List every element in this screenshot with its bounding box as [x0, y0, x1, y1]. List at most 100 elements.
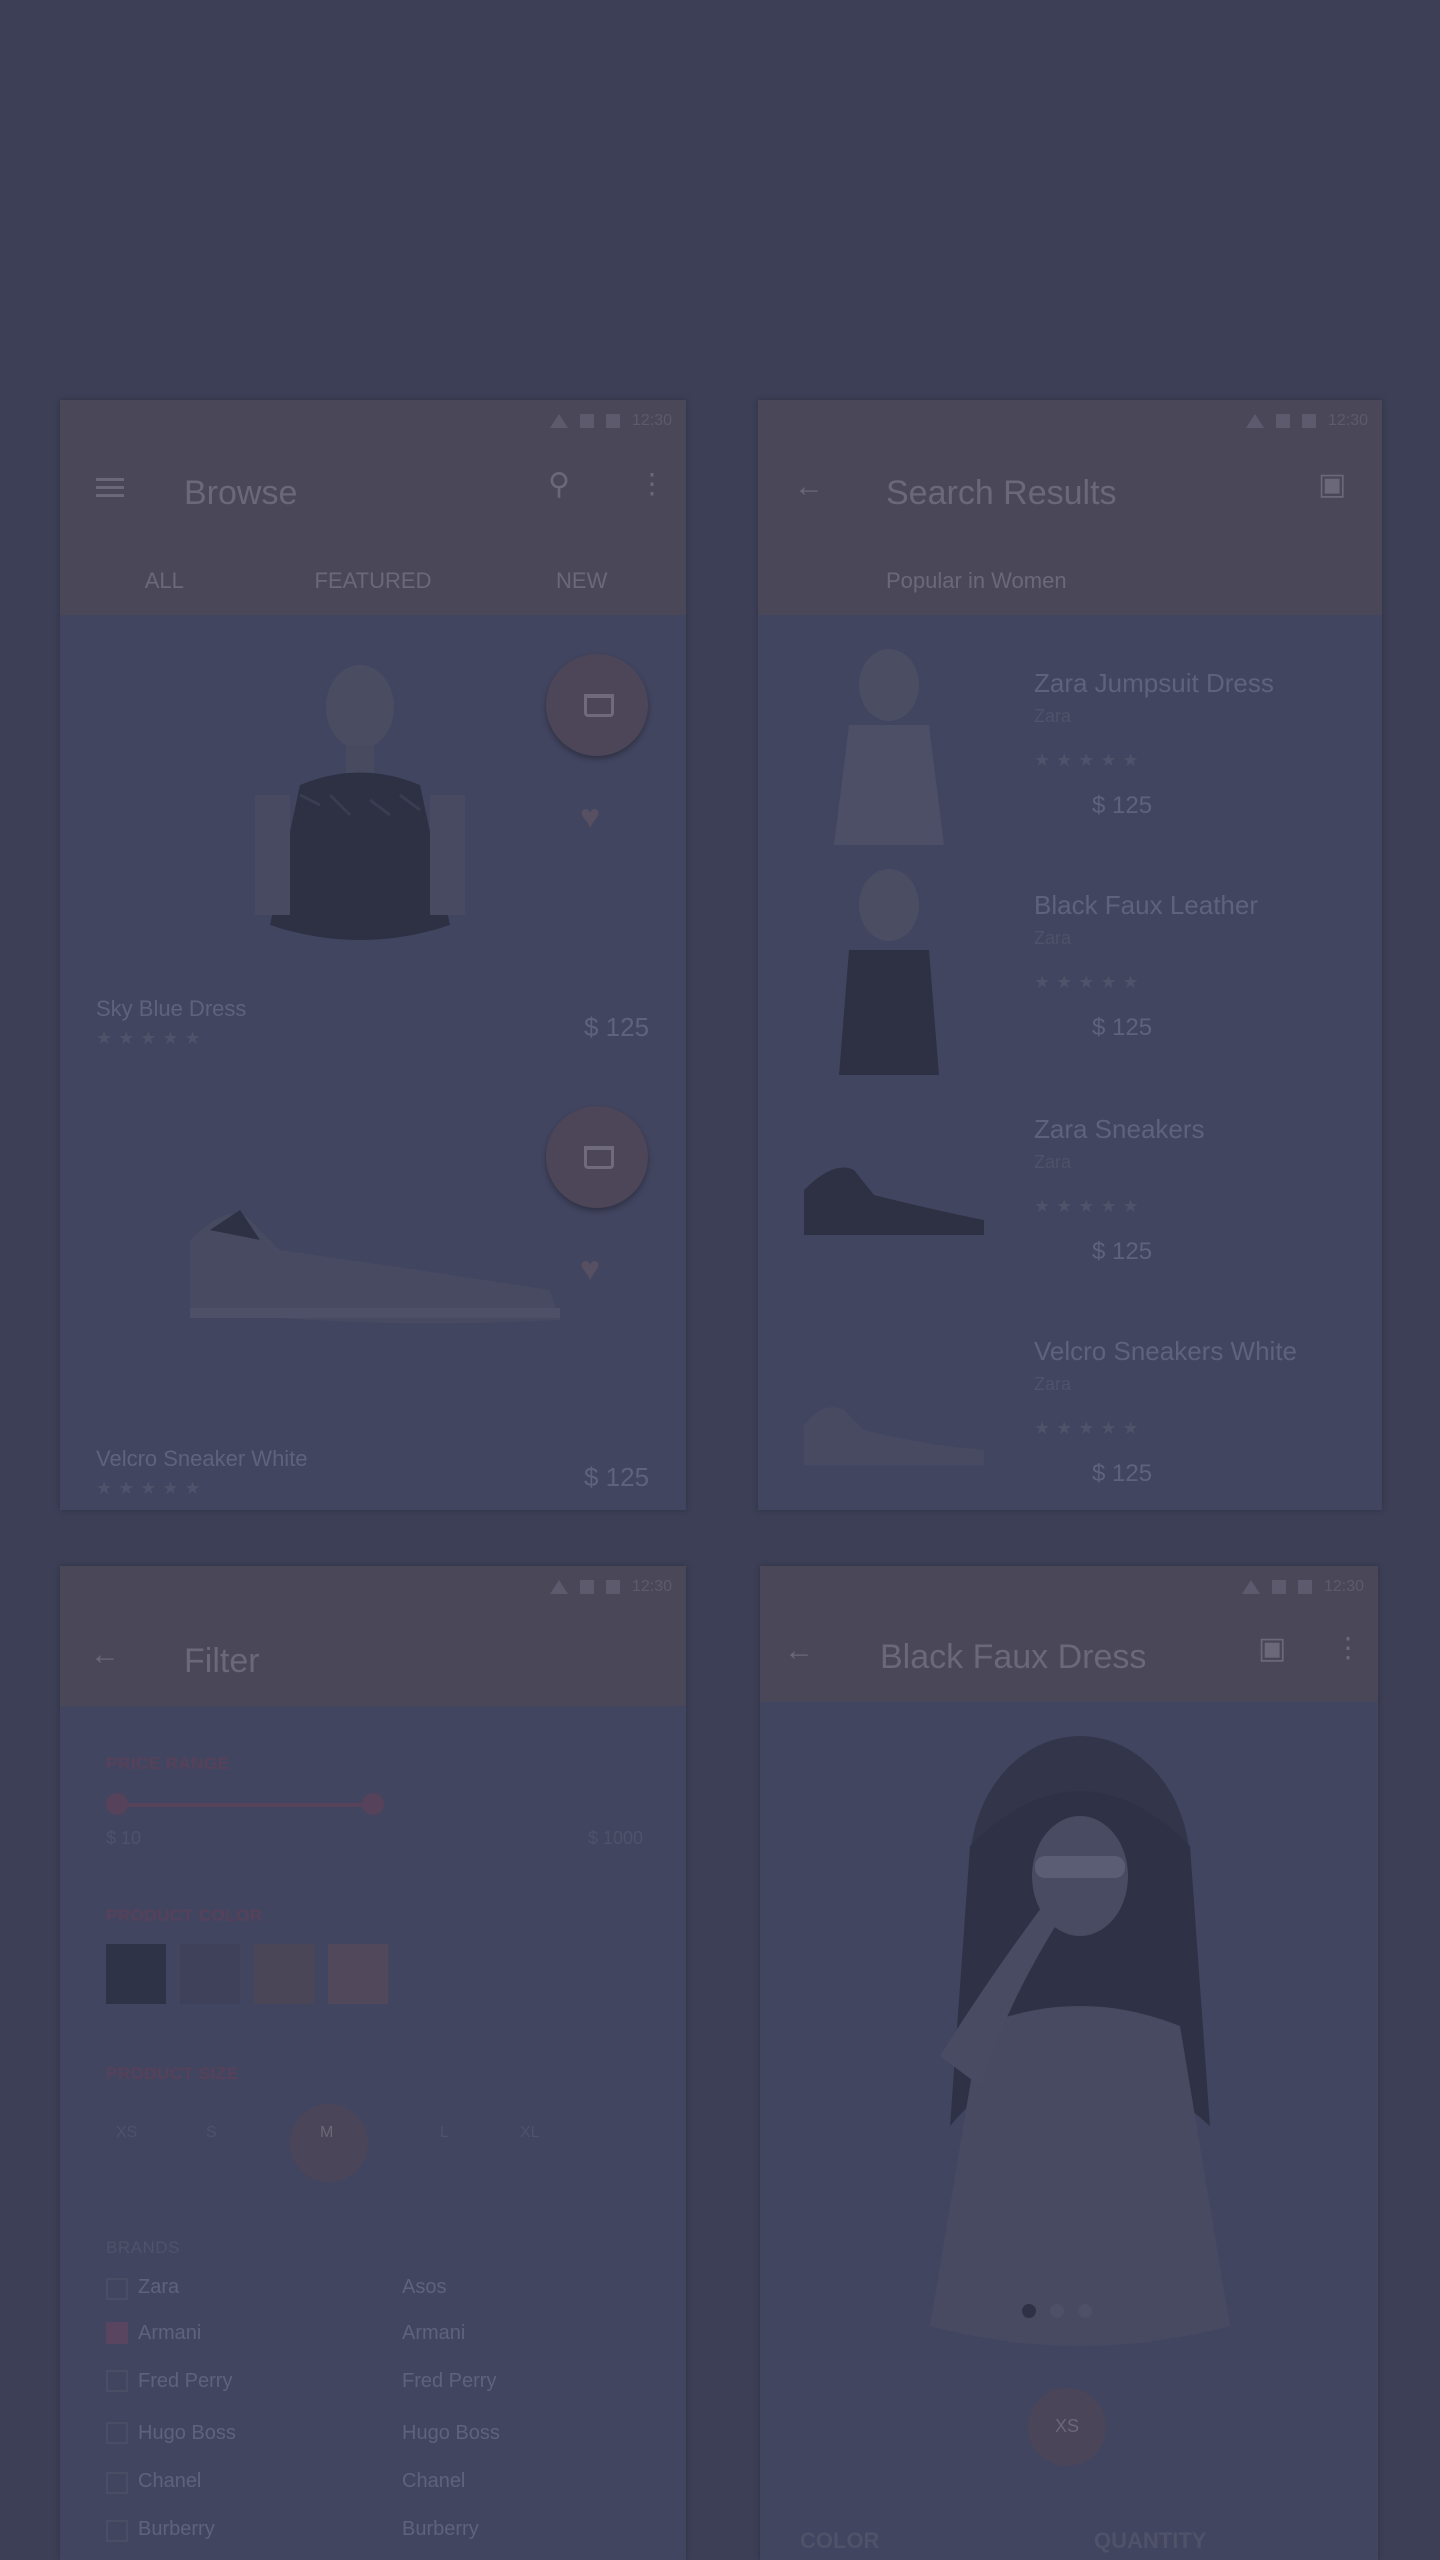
- browse-tabs: ALL FEATURED NEW: [60, 568, 686, 594]
- size-option-xl[interactable]: XL: [520, 2124, 540, 2142]
- carousel-dot[interactable]: [1078, 2304, 1092, 2318]
- tab-new[interactable]: NEW: [477, 568, 686, 594]
- brand-option: Hugo Boss: [138, 2422, 236, 2444]
- product-image-dress[interactable]: [240, 655, 480, 985]
- list-item-image[interactable]: [794, 645, 984, 845]
- list-item-image[interactable]: [794, 865, 984, 1075]
- filter-screen: 12:30 ← Filter PRICE RANGE $ 10 $ 1000 P…: [60, 1566, 686, 2560]
- product-name: Velcro Sneaker White: [96, 1446, 308, 1471]
- brand-option[interactable]: Fred Perry: [402, 2370, 496, 2393]
- list-item-name: Black Faux Leather: [1034, 890, 1259, 920]
- brand-option[interactable]: Burberry: [402, 2518, 479, 2541]
- size-option-xs[interactable]: XS: [116, 2124, 137, 2142]
- rating-stars: ★★★★★: [96, 1028, 207, 1048]
- brand-option: Armani: [138, 2322, 202, 2344]
- list-item-name: Zara Sneakers: [1034, 1114, 1205, 1144]
- wifi-icon: [1241, 1580, 1260, 1594]
- brand-option[interactable]: Hugo Boss: [402, 2422, 500, 2445]
- back-arrow-icon[interactable]: ←: [90, 1640, 120, 1670]
- size-badge-label: XS: [1055, 2416, 1080, 2436]
- brand-checkbox[interactable]: [106, 2422, 128, 2444]
- size-option-l[interactable]: L: [440, 2124, 449, 2142]
- carousel-dot-active[interactable]: [1022, 2304, 1036, 2318]
- search-icon[interactable]: ⚲: [548, 470, 570, 500]
- tab-all[interactable]: ALL: [60, 568, 269, 594]
- brand-checkbox[interactable]: [106, 2472, 128, 2494]
- color-swatch-navy[interactable]: [106, 1944, 166, 2004]
- brand-option: Fred Perry: [138, 2370, 233, 2392]
- subtitle: Popular in Women: [886, 568, 1067, 593]
- list-item-image[interactable]: [794, 1150, 994, 1240]
- brands-label: BRANDS: [106, 2238, 180, 2257]
- add-to-cart-button[interactable]: [546, 1106, 648, 1208]
- list-item-name: Velcro Sneakers White: [1034, 1336, 1298, 1366]
- favorite-icon[interactable]: ♥: [580, 1250, 600, 1289]
- status-time: 12:30: [631, 1578, 672, 1595]
- favorite-icon[interactable]: ♥: [580, 798, 600, 837]
- carousel-dots: [1022, 2304, 1092, 2318]
- status-bar: 12:30: [1241, 1578, 1364, 1596]
- product-price: $ 125: [584, 1462, 650, 1492]
- color-swatch-rose[interactable]: [328, 1944, 388, 2004]
- quantity-section-label: QUANTITY: [1094, 2528, 1207, 2553]
- brand-checkbox[interactable]: [106, 2322, 128, 2344]
- signal-icon: [1271, 1580, 1286, 1594]
- list-item-image[interactable]: [794, 1390, 994, 1470]
- browse-appbar: 12:30 Browse ⚲ ⋮ ALL FEATURED NEW: [60, 400, 686, 615]
- status-time: 12:30: [631, 412, 672, 429]
- signal-icon: [1275, 414, 1290, 428]
- product-color-label: PRODUCT COLOR: [106, 1906, 263, 1925]
- product-hero-image: [930, 1736, 1230, 2346]
- battery-icon: [1301, 414, 1316, 428]
- page-title: Search Results: [886, 474, 1117, 512]
- battery-icon: [605, 1580, 620, 1594]
- status-time: 12:30: [1327, 412, 1368, 429]
- product-detail-screen: 12:30 ← Black Faux Dress ▣ ⋮ XS COLOR QU…: [760, 1566, 1378, 2560]
- price-range-label: PRICE RANGE: [106, 1754, 230, 1773]
- list-item-brand: Zara: [1034, 1374, 1072, 1394]
- color-swatch-white[interactable]: [180, 1944, 240, 2004]
- add-to-cart-button[interactable]: [546, 654, 648, 756]
- brand-option[interactable]: Armani: [402, 2322, 465, 2345]
- wifi-icon: [1245, 414, 1264, 428]
- brand-checkbox[interactable]: [106, 2278, 128, 2300]
- tab-featured[interactable]: FEATURED: [269, 568, 478, 594]
- search-appbar: 12:30 ← Search Results ▣ Popular in Wome…: [758, 400, 1382, 615]
- product-size-label: PRODUCT SIZE: [106, 2064, 239, 2083]
- brand-checkbox[interactable]: [106, 2370, 128, 2392]
- color-section-label: COLOR: [800, 2528, 880, 2553]
- back-arrow-icon[interactable]: ←: [794, 472, 824, 502]
- rating-stars: ★★★★★: [1034, 1196, 1145, 1216]
- wifi-icon: [549, 414, 568, 428]
- list-item-name: Zara Jumpsuit Dress: [1034, 668, 1274, 698]
- back-arrow-icon[interactable]: ←: [784, 1636, 814, 1666]
- page-title: Black Faux Dress: [880, 1638, 1147, 1676]
- wifi-icon: [549, 1580, 568, 1594]
- cart-icon: [584, 1146, 614, 1169]
- search-results-screen: 12:30 ← Search Results ▣ Popular in Wome…: [758, 400, 1382, 1510]
- product-image-sneaker[interactable]: [170, 1180, 590, 1350]
- list-item-brand: Zara: [1034, 706, 1072, 726]
- size-option-s[interactable]: S: [206, 2124, 217, 2142]
- cart-icon[interactable]: ▣: [1318, 470, 1346, 500]
- rating-stars: ★★★★★: [1034, 750, 1145, 770]
- filter-appbar: 12:30 ← Filter: [60, 1566, 686, 1706]
- carousel-dot[interactable]: [1050, 2304, 1064, 2318]
- menu-icon[interactable]: [96, 478, 124, 498]
- cart-icon[interactable]: ▣: [1258, 1634, 1286, 1664]
- size-option-selected[interactable]: [290, 2104, 368, 2182]
- more-icon[interactable]: ⋮: [1334, 1634, 1362, 1662]
- price-slider-max-handle[interactable]: [362, 1793, 384, 1815]
- more-icon[interactable]: ⋮: [638, 470, 666, 498]
- browse-screen: 12:30 Browse ⚲ ⋮ ALL FEATURED NEW ♥ Sky …: [60, 400, 686, 1510]
- brand-checkbox[interactable]: [106, 2520, 128, 2542]
- status-bar: 12:30: [549, 412, 672, 430]
- color-swatch-mauve[interactable]: [254, 1944, 314, 2004]
- product-price: $ 125: [584, 1012, 650, 1042]
- list-item-price: $ 125: [1092, 1460, 1153, 1487]
- brand-option[interactable]: Asos: [402, 2276, 446, 2299]
- battery-icon: [605, 414, 620, 428]
- price-slider-min-handle[interactable]: [106, 1793, 128, 1815]
- selected-size-label: M: [320, 2124, 334, 2141]
- brand-option[interactable]: Chanel: [402, 2470, 465, 2493]
